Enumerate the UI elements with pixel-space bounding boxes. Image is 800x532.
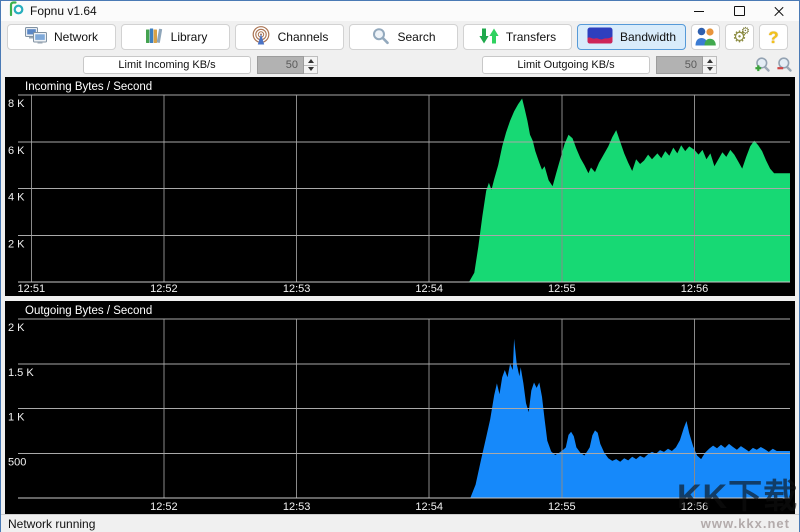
spin-up-icon <box>308 59 314 63</box>
nav-button-label: Bandwidth <box>620 30 676 44</box>
users-icon <box>694 26 718 49</box>
outgoing-spin-down-button[interactable] <box>703 66 717 75</box>
nav-button-library[interactable]: Library <box>121 24 230 50</box>
nav-button-label: Search <box>397 30 435 44</box>
settings-button[interactable]: ⚙ ⚙ <box>725 24 754 50</box>
bandwidth-icon <box>587 27 613 47</box>
library-icon <box>144 27 164 48</box>
nav-button-label: Channels <box>278 30 329 44</box>
zoom-in-icon <box>754 61 771 76</box>
maximize-icon <box>734 6 745 16</box>
svg-text:12:56: 12:56 <box>681 501 709 513</box>
minimize-button[interactable] <box>679 1 719 21</box>
outgoing-spin-up-button[interactable] <box>703 56 717 66</box>
incoming-limit-value: 50 <box>257 56 304 74</box>
nav-button-bandwidth[interactable]: Bandwidth <box>577 24 686 50</box>
maximize-button[interactable] <box>719 1 759 21</box>
gear-small-icon: ⚙ <box>741 27 750 37</box>
svg-text:12:55: 12:55 <box>548 283 576 295</box>
svg-text:500: 500 <box>8 456 26 468</box>
incoming-limit-spinner: 50 <box>257 56 318 74</box>
limit-incoming-button[interactable]: Limit Incoming KB/s <box>83 56 251 74</box>
nav-button-channels[interactable]: Channels <box>235 24 344 50</box>
svg-text:12:52: 12:52 <box>150 283 178 295</box>
zoom-out-button[interactable] <box>775 56 793 74</box>
status-text: Network running <box>8 517 95 531</box>
svg-text:12:54: 12:54 <box>415 501 443 513</box>
limit-toolbar: Limit Incoming KB/s 50 Limit Outgoing KB… <box>1 53 799 77</box>
svg-text:8 K: 8 K <box>8 98 25 110</box>
svg-text:12:53: 12:53 <box>283 501 311 513</box>
outgoing-chart: 2 K 1.5 K 1 K 500 12:52 12:53 12:54 12:55 12:56 O… <box>5 301 795 514</box>
close-icon <box>774 6 784 16</box>
svg-text:12:51: 12:51 <box>18 283 46 295</box>
svg-text:6 K: 6 K <box>8 145 25 157</box>
svg-text:Outgoing Bytes / Second: Outgoing Bytes / Second <box>25 305 152 317</box>
close-button[interactable] <box>759 1 799 21</box>
svg-text:2 K: 2 K <box>8 322 25 334</box>
help-button[interactable]: ? <box>759 24 788 50</box>
question-mark-icon: ? <box>768 29 778 46</box>
titlebar: Fopnu v1.64 <box>1 1 799 21</box>
zoom-out-icon <box>776 61 793 76</box>
svg-text:Incoming Bytes / Second: Incoming Bytes / Second <box>25 81 152 93</box>
svg-text:12:53: 12:53 <box>283 283 311 295</box>
main-toolbar: Network Library Channels <box>1 21 799 53</box>
incoming-chart: 8 K 6 K 4 K 2 K 12:51 12:52 12:53 12:54 12:55 12:… <box>5 77 795 296</box>
app-window: { "window": { "title": "Fopnu v1.64" }, … <box>0 0 800 532</box>
channels-icon <box>251 26 271 48</box>
network-icon <box>25 27 47 47</box>
nav-button-label: Library <box>171 30 208 44</box>
limit-outgoing-button[interactable]: Limit Outgoing KB/s <box>482 56 650 74</box>
outgoing-limit-spinner: 50 <box>656 56 717 74</box>
svg-text:12:54: 12:54 <box>415 283 443 295</box>
spin-up-icon <box>707 59 713 63</box>
svg-text:1.5 K: 1.5 K <box>8 367 34 379</box>
svg-text:12:56: 12:56 <box>681 283 709 295</box>
svg-text:4 K: 4 K <box>8 192 25 204</box>
minimize-icon <box>694 11 704 12</box>
spin-down-icon <box>308 67 314 71</box>
nav-button-network[interactable]: Network <box>7 24 116 50</box>
status-bar: Network running <box>1 514 799 532</box>
incoming-limit-group: Limit Incoming KB/s 50 <box>1 56 400 74</box>
window-controls <box>679 1 799 21</box>
incoming-chart-panel: 8 K 6 K 4 K 2 K 12:51 12:52 12:53 12:54 12:55 12:… <box>5 77 795 296</box>
spin-down-icon <box>707 67 713 71</box>
zoom-in-button[interactable] <box>753 56 771 74</box>
nav-button-search[interactable]: Search <box>349 24 458 50</box>
svg-text:12:52: 12:52 <box>150 501 178 513</box>
window-title: Fopnu v1.64 <box>30 4 97 18</box>
incoming-spin-down-button[interactable] <box>304 66 318 75</box>
nav-button-transfers[interactable]: Transfers <box>463 24 572 50</box>
svg-text:1 K: 1 K <box>8 412 25 424</box>
incoming-spin-up-button[interactable] <box>304 56 318 66</box>
svg-text:2 K: 2 K <box>8 238 25 250</box>
users-button[interactable] <box>691 24 720 50</box>
fopnu-logo-icon <box>8 1 24 21</box>
outgoing-limit-group: Limit Outgoing KB/s 50 <box>400 56 799 74</box>
transfers-icon <box>479 27 499 48</box>
outgoing-limit-value: 50 <box>656 56 703 74</box>
nav-button-label: Network <box>54 30 98 44</box>
search-icon <box>371 27 390 48</box>
outgoing-chart-panel: 2 K 1.5 K 1 K 500 12:52 12:53 12:54 12:55 12:56 O… <box>5 301 795 514</box>
svg-text:12:55: 12:55 <box>548 501 576 513</box>
chart-zoom-controls <box>753 56 793 74</box>
nav-button-label: Transfers <box>506 30 556 44</box>
